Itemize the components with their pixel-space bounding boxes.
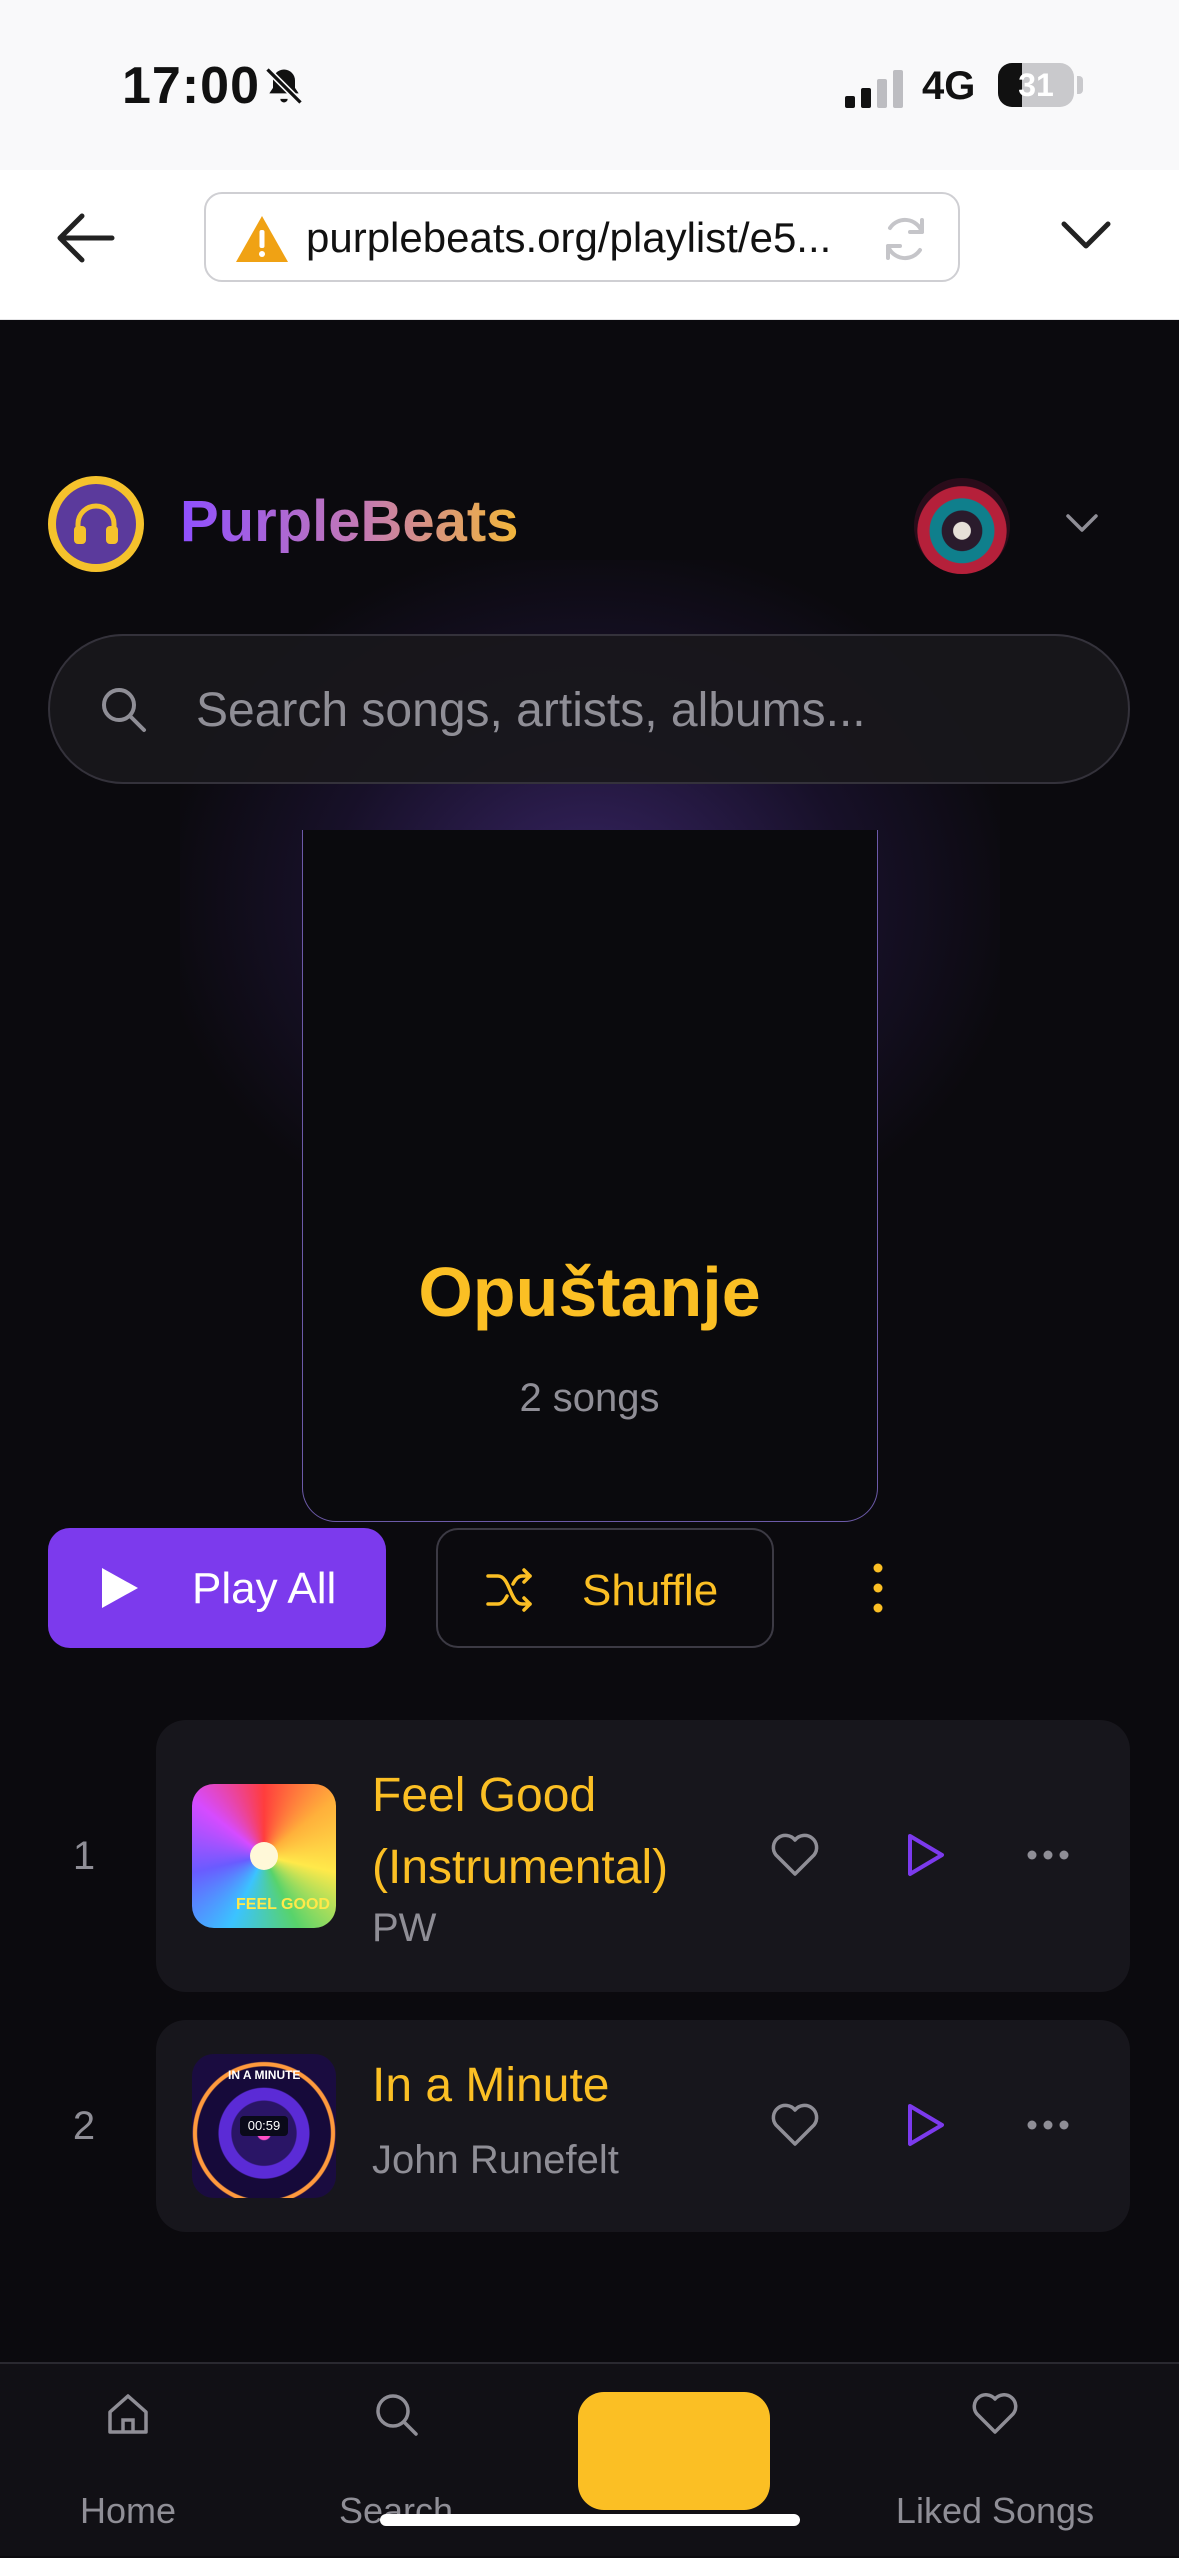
nav-center-button[interactable] [578,2392,770,2510]
heart-icon [972,2393,1018,2434]
chevron-down-icon[interactable] [1060,216,1112,252]
shuffle-icon [486,1568,532,1612]
song-index: 2 [72,2104,96,2148]
search-bar[interactable] [48,634,1130,784]
more-horizontal-icon[interactable] [1026,1849,1070,1861]
song-count: 2 songs [519,1376,660,1420]
status-bar: 17:00 4G 31 [0,0,1179,170]
song-artwork: FEEL GOOD [192,1784,336,1928]
warning-icon [236,216,288,262]
more-vertical-icon[interactable] [866,1560,890,1616]
heart-icon[interactable] [770,1832,820,1878]
browser-bar: purplebeats.org/playlist/e5... [0,170,1179,320]
back-arrow-icon[interactable] [52,208,118,268]
nav-search[interactable]: Search [306,2364,486,2558]
nav-liked-songs[interactable]: Liked Songs [870,2364,1120,2558]
song-artist: John Runefelt [372,2138,619,2182]
play-all-button[interactable]: Play All [48,1528,386,1648]
logo-inner [56,484,136,564]
bottom-nav: Home Search Liked Songs [0,2362,1179,2556]
nav-home[interactable]: Home [38,2364,218,2558]
play-icon[interactable] [906,1832,946,1878]
playlist-title: Opuštanje [418,1253,761,1331]
chevron-down-icon[interactable] [1064,510,1100,536]
art-center [250,1842,278,1870]
play-icon[interactable] [906,2102,946,2148]
art-clock: 00:59 [240,2116,288,2136]
status-time: 17:00 [122,57,260,115]
nav-label: Liked Songs [895,2490,1095,2531]
shuffle-button[interactable]: Shuffle [436,1528,774,1648]
home-indicator [380,2514,800,2526]
home-icon [108,2394,148,2434]
logo[interactable] [48,476,144,572]
search-icon [376,2394,418,2436]
shuffle-label: Shuffle [582,1566,719,1615]
app-view: PurpleBeats Opuštanje 2 songs Play All S… [0,320,1179,2556]
song-artist: PW [372,1906,437,1950]
song-row[interactable]: IN A MINUTE 00:59 In a Minute John Runef… [156,2020,1130,2232]
reload-icon[interactable] [878,212,932,266]
battery-label: 31 [1018,67,1054,103]
avatar[interactable] [914,478,1010,574]
bell-slash-icon [265,67,303,105]
headphones-icon [74,503,118,544]
song-title: In a Minute [372,2059,610,2112]
song-title: Feel Good (Instrumental) [372,1769,669,1894]
more-horizontal-icon[interactable] [1026,2119,1070,2131]
play-all-label: Play All [192,1564,337,1613]
search-input[interactable] [196,680,1076,740]
art-label: IN A MINUTE [228,2068,301,2082]
song-artwork: IN A MINUTE 00:59 [192,2054,336,2198]
url-text: purplebeats.org/playlist/e5... [306,214,832,261]
brand-name[interactable]: PurpleBeats [180,488,518,555]
heart-icon[interactable] [770,2102,820,2148]
nav-label: Home [79,2490,177,2531]
battery-cap [1077,76,1083,94]
play-icon [102,1568,138,1608]
search-icon [102,688,146,732]
song-index: 1 [72,1834,96,1878]
signal-icon [845,70,903,108]
url-bar[interactable]: purplebeats.org/playlist/e5... [204,192,960,282]
song-row[interactable]: FEEL GOOD Feel Good (Instrumental) PW [156,1720,1130,1992]
battery-icon: 31 [998,63,1074,107]
art-label: FEEL GOOD [236,1896,330,1913]
network-label: 4G [922,64,976,108]
